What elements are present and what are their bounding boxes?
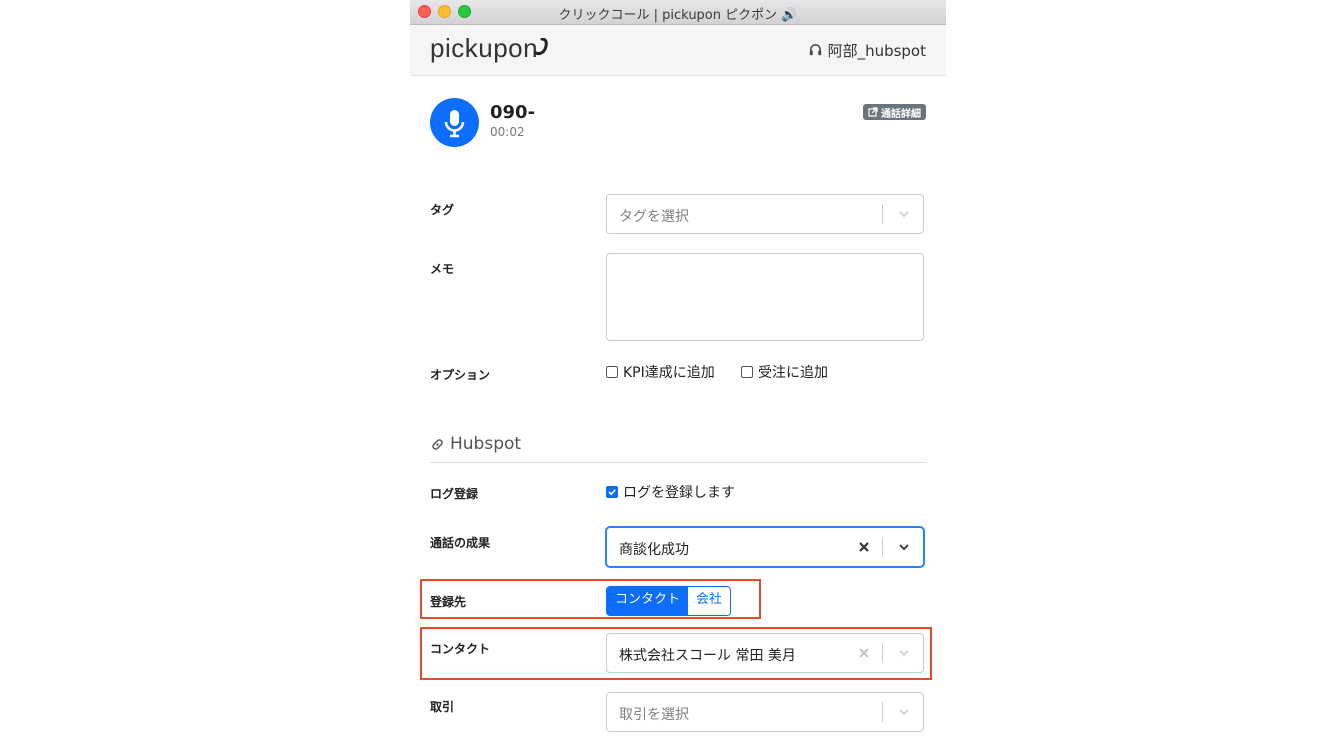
highlight-contact	[420, 627, 932, 680]
external-link-icon	[868, 107, 878, 117]
call-info: 090- 00:02 通話詳細	[430, 98, 926, 148]
select-separator	[882, 702, 883, 722]
kpi-option[interactable]: KPI達成に追加	[606, 362, 715, 382]
deal-select[interactable]: 取引を選択	[606, 692, 924, 732]
order-checkbox[interactable]	[741, 366, 753, 378]
outcome-label: 通話の成果	[430, 536, 491, 550]
chevron-down-icon[interactable]	[897, 705, 911, 719]
select-separator	[882, 204, 883, 224]
select-separator	[882, 537, 883, 557]
mic-button[interactable]	[430, 98, 479, 147]
hubspot-section-title: Hubspot	[430, 434, 521, 454]
checkmark-icon	[608, 489, 616, 496]
order-option-label: 受注に追加	[758, 365, 828, 381]
memo-label: メモ	[430, 262, 455, 276]
tag-label: タグ	[430, 203, 455, 217]
log-checkbox[interactable]	[606, 486, 618, 498]
phone-number: 090-	[490, 102, 536, 123]
tag-select[interactable]: タグを選択	[606, 194, 924, 234]
window-title: クリックコール | pickupon ピクポン 🔊	[558, 8, 798, 23]
link-icon	[432, 438, 443, 450]
kpi-checkbox[interactable]	[606, 366, 618, 378]
memo-textarea[interactable]	[606, 253, 924, 341]
call-detail-button[interactable]: 通話詳細	[863, 104, 926, 120]
hubspot-title-text: Hubspot	[450, 434, 522, 454]
options-label: オプション	[430, 368, 491, 382]
clear-icon[interactable]	[858, 541, 870, 553]
call-detail-label: 通話詳細	[881, 108, 921, 120]
headset-icon	[809, 44, 821, 56]
title-bar: クリックコール | pickupon ピクポン 🔊	[410, 0, 946, 25]
log-checkbox-label: ログを登録します	[623, 485, 735, 501]
section-divider	[430, 462, 926, 463]
outcome-value: 商談化成功	[619, 542, 689, 558]
user-name: 阿部_hubspot	[827, 42, 926, 60]
log-label: ログ登録	[430, 487, 479, 501]
tag-placeholder: タグを選択	[619, 209, 689, 225]
kpi-option-label: KPI達成に追加	[623, 365, 715, 381]
order-option[interactable]: 受注に追加	[741, 362, 828, 382]
app-logo: pickupon	[430, 33, 539, 63]
user-menu[interactable]: 阿部_hubspot	[808, 40, 926, 61]
phone-handset-icon	[534, 38, 548, 56]
deal-label: 取引	[430, 700, 455, 714]
highlight-destination	[420, 579, 761, 619]
app-window: クリックコール | pickupon ピクポン 🔊 pickupon 阿部_hu…	[410, 0, 946, 741]
chevron-down-icon[interactable]	[897, 540, 911, 554]
call-duration: 00:02	[490, 125, 525, 139]
deal-placeholder: 取引を選択	[619, 707, 689, 723]
chevron-down-icon[interactable]	[897, 207, 911, 221]
outcome-select[interactable]: 商談化成功	[606, 527, 924, 567]
app-header: pickupon 阿部_hubspot	[410, 25, 946, 76]
log-option[interactable]: ログを登録します	[606, 482, 735, 502]
microphone-icon	[444, 110, 465, 138]
